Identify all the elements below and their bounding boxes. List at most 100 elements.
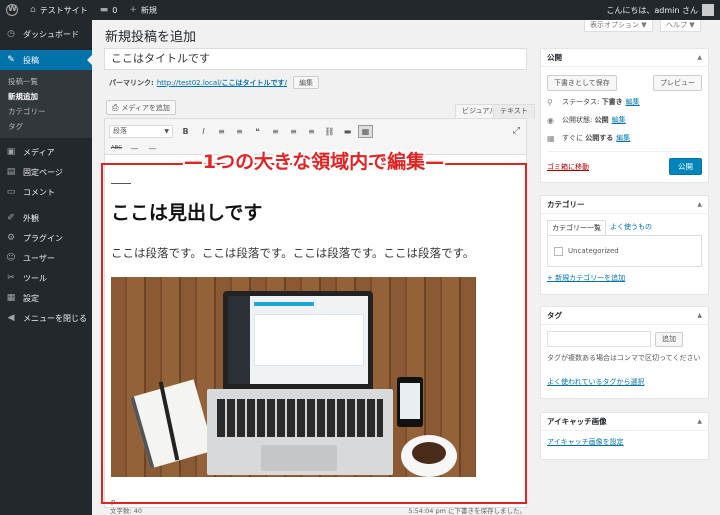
tags-hint: タグが複数ある場合はコンマで区切ってください bbox=[547, 354, 701, 362]
align-right-icon[interactable]: ≡ bbox=[304, 125, 319, 138]
user-icon: ☺ bbox=[6, 253, 16, 263]
menu-tools[interactable]: ✂ ツール bbox=[0, 268, 92, 288]
tag-input[interactable] bbox=[547, 331, 651, 347]
posts-submenu: 投稿一覧 新規追加 カテゴリー タグ bbox=[0, 70, 92, 138]
publish-box-title: 公開 bbox=[547, 53, 562, 62]
align-center-icon[interactable]: ≡ bbox=[286, 125, 301, 138]
category-checkbox[interactable] bbox=[554, 246, 563, 256]
add-media-button[interactable]: ⎙ メディアを追加 bbox=[106, 100, 176, 115]
site-name-link[interactable]: ⌂ テストサイト bbox=[24, 0, 94, 20]
add-category-link[interactable]: + 新規カテゴリーを追加 bbox=[547, 274, 625, 282]
comment-icon: ▭ bbox=[6, 187, 16, 197]
read-more-icon[interactable]: ▬ bbox=[340, 125, 355, 138]
set-featured-image-link[interactable]: アイキャッチ画像を設定 bbox=[547, 438, 624, 446]
collapse-arrow-icon[interactable]: ▲ bbox=[697, 418, 702, 425]
horizontal-rule bbox=[111, 183, 131, 184]
permalink-label: パーマリンク: bbox=[109, 78, 154, 87]
menu-plugins[interactable]: ⚙ プラグイン bbox=[0, 228, 92, 248]
menu-media[interactable]: ▣ メディア bbox=[0, 142, 92, 162]
chevron-down-icon: ▼ bbox=[164, 127, 169, 135]
publish-box: 公開 ▲ 下書きとして保存 プレビュー ⚲ ステータス: 下書き 編集 ◉ 公開状態: … bbox=[540, 48, 709, 183]
plugin-icon: ⚙ bbox=[6, 233, 16, 243]
collapse-icon: ◀ bbox=[7, 313, 15, 323]
menu-users[interactable]: ☺ ユーザー bbox=[0, 248, 92, 268]
format-select[interactable]: 段落 ▼ bbox=[109, 124, 173, 138]
preview-button[interactable]: プレビュー bbox=[653, 75, 702, 91]
toolbar-toggle-icon[interactable]: ▦ bbox=[358, 124, 373, 138]
brush-icon: ✐ bbox=[7, 213, 15, 223]
collapse-arrow-icon[interactable]: ▲ bbox=[697, 312, 702, 319]
menu-comments[interactable]: ▭ コメント bbox=[0, 182, 92, 202]
pin-icon: ✎ bbox=[7, 55, 15, 65]
wrench-icon: ✂ bbox=[7, 273, 15, 283]
pin-icon: ⚲ bbox=[547, 97, 553, 107]
submenu-all-posts[interactable]: 投稿一覧 bbox=[0, 74, 92, 89]
tab-popular-categories[interactable]: よく使うもの bbox=[606, 220, 656, 235]
eye-icon: ◉ bbox=[547, 115, 554, 125]
dashboard-icon: ◷ bbox=[7, 29, 15, 39]
laptop-trackpad-shape bbox=[261, 445, 337, 471]
quote-icon[interactable]: ❝ bbox=[250, 125, 265, 138]
permalink-row: パーマリンク: http://test02.local/ここはタイトルです/ 編… bbox=[109, 76, 320, 89]
numbered-list-icon[interactable]: ≡ bbox=[232, 125, 247, 138]
permalink-link[interactable]: http://test02.local/ここはタイトルです/ bbox=[157, 78, 287, 88]
editor-content[interactable]: ここは見出しです ここは段落です。ここは段落です。ここは段落です。ここは段落です… bbox=[105, 155, 526, 508]
avatar bbox=[702, 4, 714, 16]
status-edit-link[interactable]: 編集 bbox=[626, 97, 640, 107]
menu-collapse[interactable]: ◀ メニューを閉じる bbox=[0, 308, 92, 328]
bullet-list-icon[interactable]: ≡ bbox=[214, 125, 229, 138]
align-left-icon[interactable]: ≡ bbox=[268, 125, 283, 138]
word-count: 文字数: 40 bbox=[110, 507, 143, 515]
media-icon: ▣ bbox=[6, 147, 16, 157]
add-tag-button[interactable]: 追加 bbox=[655, 331, 683, 347]
post-title-input[interactable]: ここはタイトルです bbox=[104, 48, 527, 70]
help-tab[interactable]: ヘルプ ▼ bbox=[660, 20, 701, 32]
trash-link[interactable]: ゴミ箱に移動 bbox=[547, 162, 589, 172]
menu-settings[interactable]: ▦ 設定 bbox=[0, 288, 92, 308]
popular-tags-link[interactable]: よく使われているタグから選択 bbox=[547, 378, 644, 386]
save-draft-button[interactable]: 下書きとして保存 bbox=[547, 75, 617, 91]
schedule-edit-link[interactable]: 編集 bbox=[616, 133, 630, 143]
admin-sidebar: ◷ ダッシュボード ✎ 投稿 投稿一覧 新規追加 カテゴリー タグ ▣ メディア ▤ 固… bbox=[0, 20, 92, 515]
laptop-keyboard-shape bbox=[217, 399, 383, 437]
collapse-arrow-icon[interactable]: ▲ bbox=[697, 54, 702, 61]
bold-icon[interactable]: B bbox=[178, 125, 193, 138]
collapse-arrow-icon[interactable]: ▲ bbox=[697, 201, 702, 208]
featured-image-box-title: アイキャッチ画像 bbox=[547, 417, 607, 426]
publish-button[interactable]: 公開 bbox=[669, 158, 702, 175]
menu-pages[interactable]: ▤ 固定ページ bbox=[0, 162, 92, 182]
submenu-add-new[interactable]: 新規追加 bbox=[0, 89, 92, 104]
featured-image-box: アイキャッチ画像 ▲ アイキャッチ画像を設定 bbox=[540, 412, 709, 460]
wordpress-logo-icon bbox=[6, 4, 18, 16]
menu-posts[interactable]: ✎ 投稿 bbox=[0, 50, 92, 70]
tags-box: タグ ▲ 追加 タグが複数ある場合はコンマで区切ってください よく使われているタグ… bbox=[540, 306, 709, 399]
comments-link[interactable]: ▬ 0 bbox=[94, 0, 124, 20]
wp-logo-menu[interactable] bbox=[0, 0, 24, 20]
content-image[interactable] bbox=[111, 277, 476, 477]
content-paragraph: ここは段落です。ここは段落です。ここは段落です。ここは段落です。 bbox=[111, 246, 475, 260]
tab-all-categories[interactable]: カテゴリー一覧 bbox=[547, 220, 606, 235]
page-icon: ▤ bbox=[6, 167, 16, 177]
italic-icon[interactable]: I bbox=[196, 125, 211, 138]
settings-icon: ▦ bbox=[6, 293, 16, 303]
link-icon[interactable]: ⛓ bbox=[322, 125, 337, 138]
permalink-edit-button[interactable]: 編集 bbox=[293, 76, 320, 89]
fullscreen-icon[interactable]: ⤢ bbox=[513, 126, 520, 136]
visibility-edit-link[interactable]: 編集 bbox=[612, 115, 626, 125]
content-heading: ここは見出しです bbox=[111, 202, 263, 224]
annotation-label: —1つの大きな領域内で編集— bbox=[183, 151, 445, 173]
menu-appearance[interactable]: ✐ 外観 bbox=[0, 208, 92, 228]
screen-options-tab[interactable]: 表示オプション ▼ bbox=[584, 20, 653, 32]
post-editor: 段落 ▼ B I ≡ ≡ ❝ ≡ ≡ ≡ ⛓ ▬ ▦ ABC — — ⤢ ここは見出しです ここは段落です… bbox=[104, 118, 527, 508]
submenu-categories[interactable]: カテゴリー bbox=[0, 104, 92, 119]
my-account-link[interactable]: こんにちは、admin さん bbox=[600, 0, 720, 20]
new-content-link[interactable]: + 新規 bbox=[123, 0, 163, 20]
submenu-tags[interactable]: タグ bbox=[0, 119, 92, 134]
page-title: 新規投稿を追加 bbox=[105, 30, 197, 45]
categories-box: カテゴリー ▲ カテゴリー一覧 よく使うもの Uncategorized + 新規… bbox=[540, 195, 709, 295]
tab-text[interactable]: テキスト bbox=[493, 104, 535, 118]
autosave-message: 5:54:04 pm に下書きを保存しました。 bbox=[408, 507, 526, 515]
menu-dashboard[interactable]: ◷ ダッシュボード bbox=[0, 24, 92, 44]
category-list: Uncategorized bbox=[547, 235, 702, 267]
home-icon: ⌂ bbox=[30, 5, 36, 15]
